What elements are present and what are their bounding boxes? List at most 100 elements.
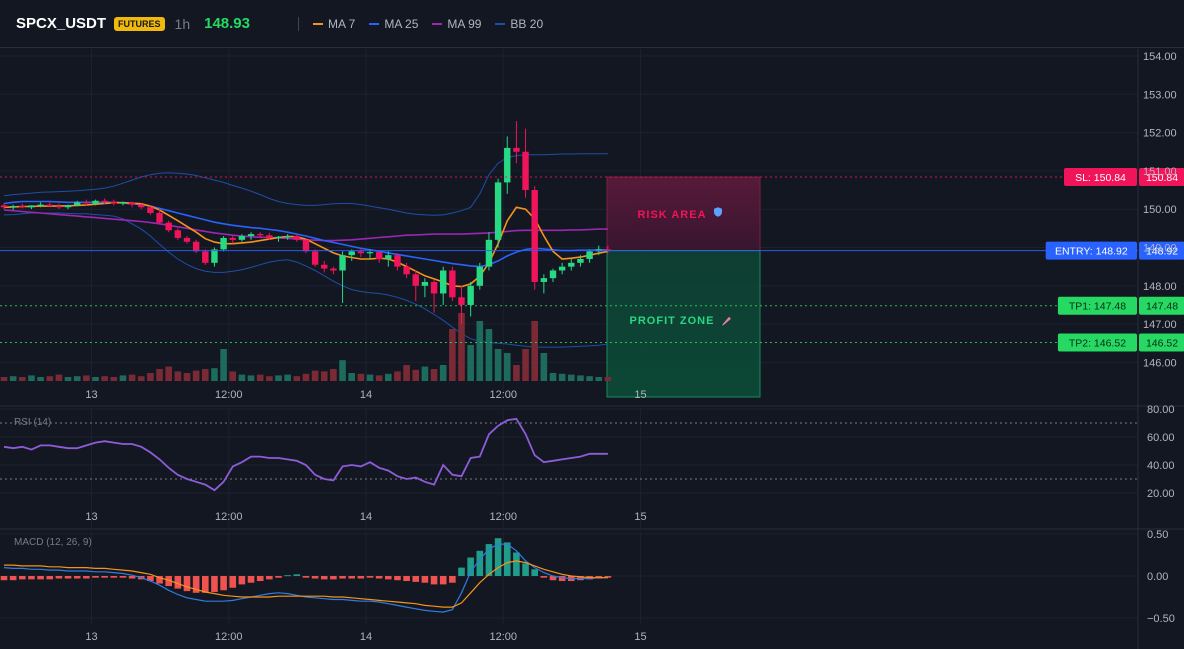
candle-body — [412, 274, 419, 286]
volume-bar — [430, 369, 438, 381]
macd-histogram-bar — [110, 576, 118, 578]
macd-histogram-bar — [9, 576, 17, 581]
time-axis-label: 12:00 — [215, 389, 243, 401]
macd-title: MACD (12, 26, 9) — [14, 537, 92, 548]
candle-body — [476, 266, 483, 286]
candle-body — [0, 205, 8, 208]
candle-body — [540, 278, 548, 282]
macd-histogram-bar — [302, 576, 310, 578]
time-axis-label: 14 — [360, 389, 372, 401]
volume-bar — [192, 370, 200, 381]
macd-histogram-bar — [522, 563, 529, 576]
bb-lower-line — [3, 212, 608, 348]
volume-bar — [55, 374, 63, 381]
macd-histogram-bar — [421, 576, 429, 583]
candle-body — [366, 252, 374, 254]
price-axis-label: 153.00 — [1143, 89, 1177, 101]
macd-histogram-bar — [275, 576, 282, 578]
macd-histogram-bar — [458, 567, 465, 576]
volume-bar — [284, 374, 291, 381]
candle-body — [202, 251, 209, 263]
macd-axis-label: 0.00 — [1147, 571, 1168, 583]
bb-upper-line — [3, 153, 608, 216]
volume-bar — [540, 353, 548, 381]
volume-bar — [549, 373, 557, 381]
volume-bar — [256, 374, 264, 381]
macd-histogram-bar — [540, 576, 548, 578]
candle-body — [494, 182, 502, 240]
rsi-axis-label: 60.00 — [1147, 432, 1175, 444]
price-chart[interactable]: RISK AREAPROFIT ZONESL: 150.84 150.84ENTR… — [0, 0, 1184, 649]
candle-body — [577, 258, 584, 263]
macd-histogram-bar — [19, 576, 26, 580]
macd-histogram-bar — [403, 576, 410, 582]
macd-histogram-bar — [247, 576, 255, 583]
candle-body — [220, 237, 227, 250]
volume-bar — [403, 365, 410, 381]
macd-histogram-bar — [439, 576, 447, 585]
macd-histogram-bar — [385, 576, 392, 580]
macd-histogram-bar — [531, 569, 538, 576]
time-axis-label: 12:00 — [215, 511, 243, 523]
time-axis-label: 13 — [85, 631, 97, 643]
candle-body — [247, 234, 255, 237]
candle-body — [74, 202, 81, 206]
macd-histogram-bar — [330, 576, 337, 580]
volume-bar — [183, 373, 191, 381]
volume-bar — [37, 377, 44, 381]
macd-histogram-bar — [64, 576, 72, 579]
macd-histogram-bar — [311, 576, 319, 579]
macd-axis-label: −0.50 — [1147, 613, 1175, 625]
volume-bar — [28, 375, 35, 381]
candle-body — [449, 270, 456, 298]
profit-zone-label: PROFIT ZONE — [630, 315, 715, 327]
candle-body — [485, 239, 493, 267]
macd-histogram-bar — [229, 576, 237, 588]
macd-histogram-bar — [503, 542, 511, 576]
volume-bar — [128, 374, 136, 381]
macd-histogram-bar — [0, 576, 8, 581]
candle-body — [339, 255, 346, 271]
time-axis-label: 15 — [634, 631, 646, 643]
price-axis-label: 146.00 — [1143, 357, 1177, 369]
rsi-title: RSI (14) — [14, 417, 51, 428]
volume-bar — [165, 366, 172, 381]
candle-body — [321, 264, 328, 269]
volume-bar — [119, 375, 127, 381]
macd-histogram-bar — [284, 575, 291, 577]
time-axis-label: 15 — [634, 511, 646, 523]
candle-body — [558, 266, 566, 271]
candle-body — [192, 241, 200, 252]
candle-body — [83, 202, 90, 204]
macd-histogram-bar — [92, 576, 99, 578]
candle-body — [330, 268, 337, 271]
volume-bar — [311, 370, 319, 381]
macd-histogram-bar — [220, 576, 227, 591]
volume-bar — [577, 375, 584, 381]
volume-bar — [137, 376, 145, 381]
volume-bar — [83, 375, 90, 381]
risk-area-label: RISK AREA — [637, 209, 706, 221]
volume-bar — [9, 376, 17, 381]
volume-bar — [531, 321, 538, 381]
macd-histogram-bar — [73, 576, 81, 579]
volume-bar — [202, 369, 209, 381]
macd-histogram-bar — [55, 576, 63, 579]
macd-histogram-bar — [37, 576, 44, 580]
macd-histogram-bar — [28, 576, 35, 580]
candle-body — [348, 251, 355, 256]
order-line-label: TP2: 146.52 — [1069, 337, 1126, 349]
volume-bar — [220, 349, 227, 381]
price-axis-label: 154.00 — [1143, 51, 1177, 63]
candle-body — [9, 206, 17, 208]
volume-bar — [330, 369, 337, 381]
candle-body — [211, 249, 218, 263]
price-axis-tag-text: 147.48 — [1146, 301, 1178, 313]
candle-body — [586, 251, 593, 259]
time-axis-label: 13 — [85, 389, 97, 401]
macd-histogram-bar — [375, 576, 383, 579]
candle-body — [165, 222, 172, 231]
time-axis-label: 15 — [634, 389, 646, 401]
ma25-line — [3, 200, 608, 268]
volume-bar — [513, 365, 520, 381]
